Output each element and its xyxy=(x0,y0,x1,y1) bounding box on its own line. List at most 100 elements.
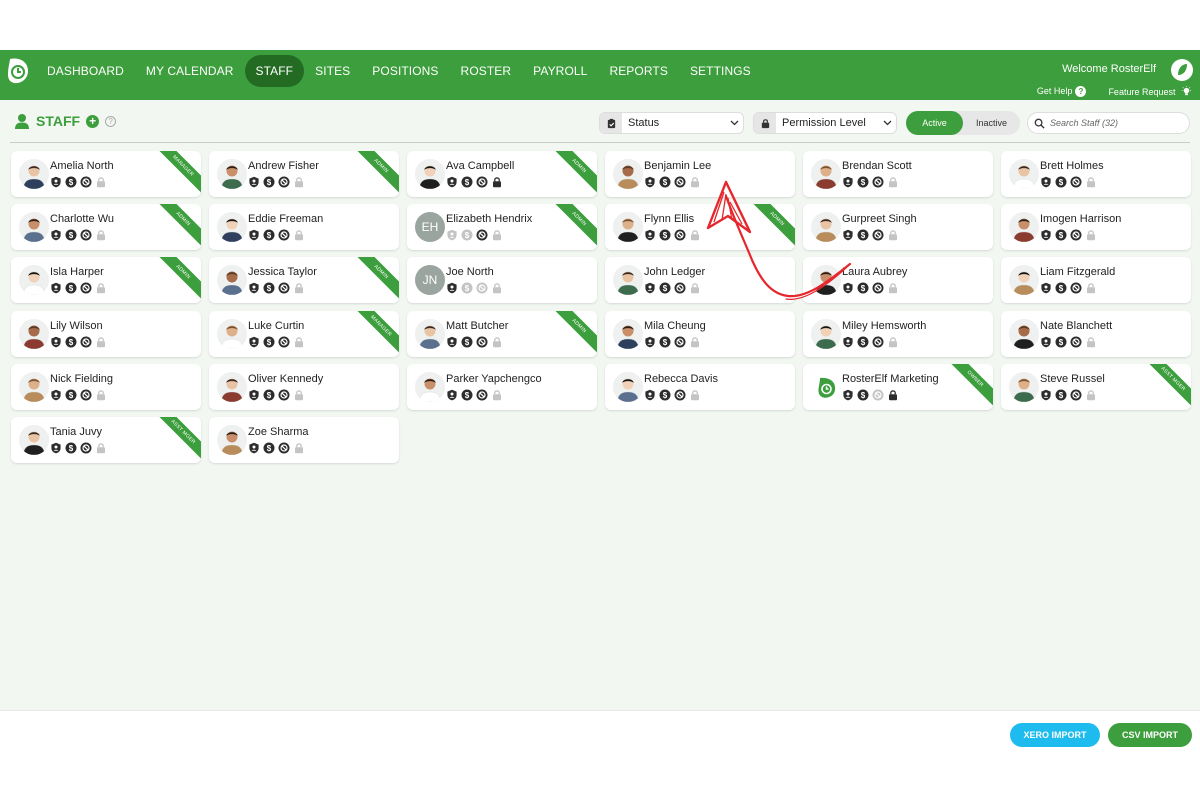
permission-icons: $ xyxy=(248,389,305,401)
staff-card[interactable]: Gurpreet Singh $ xyxy=(803,204,993,250)
staff-name: Laura Aubrey xyxy=(842,266,908,278)
svg-text:$: $ xyxy=(267,178,272,187)
staff-name: Joe North xyxy=(446,266,494,278)
user-shield-icon xyxy=(248,336,260,348)
staff-card[interactable]: Charlotte Wu $ ADMIN xyxy=(11,204,201,250)
user-shield-icon xyxy=(446,389,458,401)
nav-item-my-calendar[interactable]: MY CALENDAR xyxy=(135,55,245,87)
user-logo-icon[interactable] xyxy=(1170,58,1194,82)
user-shield-icon xyxy=(50,229,62,241)
permission-icons: $ xyxy=(446,176,503,188)
staff-card[interactable]: Eddie Freeman $ xyxy=(209,204,399,250)
permission-icons: $ xyxy=(446,229,503,241)
no-entry-icon xyxy=(1070,229,1082,241)
dollar-icon: $ xyxy=(659,389,671,401)
staff-card[interactable]: Zoe Sharma $ xyxy=(209,417,399,463)
nav-item-payroll[interactable]: PAYROLL xyxy=(522,55,598,87)
staff-card[interactable]: EH Elizabeth Hendrix $ ADMIN xyxy=(407,204,597,250)
permission-level-label: Permission Level xyxy=(782,117,866,129)
staff-name: Matt Butcher xyxy=(446,320,509,332)
staff-card[interactable]: Nate Blanchett $ xyxy=(1001,311,1191,357)
staff-card[interactable]: Steve Russel $ ASST MGER xyxy=(1001,364,1191,410)
staff-card[interactable]: Parker Yapchengco $ xyxy=(407,364,597,410)
staff-name: Nick Fielding xyxy=(50,373,113,385)
staff-card[interactable]: Laura Aubrey $ xyxy=(803,257,993,303)
staff-card[interactable]: Ava Campbell $ ADMIN xyxy=(407,151,597,197)
svg-text:$: $ xyxy=(861,178,866,187)
lock-icon xyxy=(1085,282,1097,294)
dollar-icon: $ xyxy=(263,229,275,241)
permission-icons: $ xyxy=(1040,336,1097,348)
svg-text:$: $ xyxy=(1059,178,1064,187)
user-shield-icon xyxy=(248,176,260,188)
avatar xyxy=(19,372,49,402)
nav-item-roster[interactable]: ROSTER xyxy=(450,55,523,87)
chevron-down-icon xyxy=(725,120,743,126)
help-icon[interactable]: ? xyxy=(105,115,117,127)
xero-import-button[interactable]: XERO IMPORT xyxy=(1010,723,1100,747)
nav-item-dashboard[interactable]: DASHBOARD xyxy=(36,55,135,87)
avatar xyxy=(217,425,247,455)
csv-import-button[interactable]: CSV IMPORT xyxy=(1108,723,1192,747)
permission-icons: $ xyxy=(50,442,107,454)
dollar-icon: $ xyxy=(461,176,473,188)
user-shield-icon xyxy=(248,442,260,454)
staff-card[interactable]: Oliver Kennedy $ xyxy=(209,364,399,410)
staff-card[interactable]: Tania Juvy $ ASST MGER xyxy=(11,417,201,463)
avatar xyxy=(217,319,247,349)
lock-icon xyxy=(887,282,899,294)
staff-card[interactable]: Flynn Ellis $ ADMIN xyxy=(605,204,795,250)
lock-icon xyxy=(754,113,776,133)
role-badge: OWNER xyxy=(946,364,993,408)
nav-item-reports[interactable]: REPORTS xyxy=(598,55,679,87)
staff-card[interactable]: Liam Fitzgerald $ xyxy=(1001,257,1191,303)
rosterelf-logo-icon xyxy=(811,372,841,402)
feature-request-link[interactable]: Feature Request xyxy=(1108,86,1192,97)
search-staff-input[interactable] xyxy=(1050,118,1180,128)
lightbulb-icon xyxy=(1181,86,1192,96)
lock-icon xyxy=(689,336,701,348)
rosterelf-logo-icon[interactable] xyxy=(6,56,30,86)
staff-name: Flynn Ellis xyxy=(644,213,695,225)
staff-card[interactable]: Mila Cheung $ xyxy=(605,311,795,357)
staff-card[interactable]: Miley Hemsworth $ xyxy=(803,311,993,357)
avatar xyxy=(811,212,841,242)
dollar-icon: $ xyxy=(1055,176,1067,188)
staff-name: Jessica Taylor xyxy=(248,266,317,278)
dollar-icon: $ xyxy=(65,282,77,294)
permission-icons: $ xyxy=(1040,176,1097,188)
add-staff-icon[interactable]: + xyxy=(86,114,100,128)
nav-item-sites[interactable]: SITES xyxy=(304,55,361,87)
staff-card[interactable]: Lily Wilson $ xyxy=(11,311,201,357)
svg-text:$: $ xyxy=(267,231,272,240)
staff-card[interactable]: Rebecca Davis $ xyxy=(605,364,795,410)
staff-card[interactable]: Benjamin Lee $ xyxy=(605,151,795,197)
staff-card[interactable]: Andrew Fisher $ ADMIN xyxy=(209,151,399,197)
permission-level-select[interactable]: Permission Level xyxy=(753,112,897,134)
staff-card[interactable]: RosterElf Marketing $ OWNER xyxy=(803,364,993,410)
staff-card[interactable]: Imogen Harrison $ xyxy=(1001,204,1191,250)
staff-card[interactable]: Jessica Taylor $ ADMIN xyxy=(209,257,399,303)
active-toggle-button[interactable]: Active xyxy=(906,111,963,135)
staff-card[interactable]: Matt Butcher $ ADMIN xyxy=(407,311,597,357)
status-filter-select[interactable]: Status xyxy=(599,112,744,134)
svg-text:$: $ xyxy=(465,391,470,400)
avatar-initials: EH xyxy=(415,212,445,242)
nav-item-staff[interactable]: STAFF xyxy=(244,55,305,87)
staff-card[interactable]: Luke Curtin $ MANAGER xyxy=(209,311,399,357)
no-entry-icon xyxy=(872,389,884,401)
permission-icons: $ xyxy=(248,282,305,294)
page-title: STAFF xyxy=(36,113,81,129)
staff-card[interactable]: Isla Harper $ ADMIN xyxy=(11,257,201,303)
staff-card[interactable]: Brendan Scott $ xyxy=(803,151,993,197)
staff-card[interactable]: JN Joe North $ xyxy=(407,257,597,303)
staff-card[interactable]: Amelia North $ MANAGER xyxy=(11,151,201,197)
nav-item-settings[interactable]: SETTINGS xyxy=(679,55,762,87)
get-help-link[interactable]: Get Help? xyxy=(1037,86,1087,97)
staff-card[interactable]: Nick Fielding $ xyxy=(11,364,201,410)
no-entry-icon xyxy=(476,282,488,294)
inactive-toggle-button[interactable]: Inactive xyxy=(963,111,1020,135)
nav-item-positions[interactable]: POSITIONS xyxy=(361,55,449,87)
staff-card[interactable]: John Ledger $ xyxy=(605,257,795,303)
staff-card[interactable]: Brett Holmes $ xyxy=(1001,151,1191,197)
